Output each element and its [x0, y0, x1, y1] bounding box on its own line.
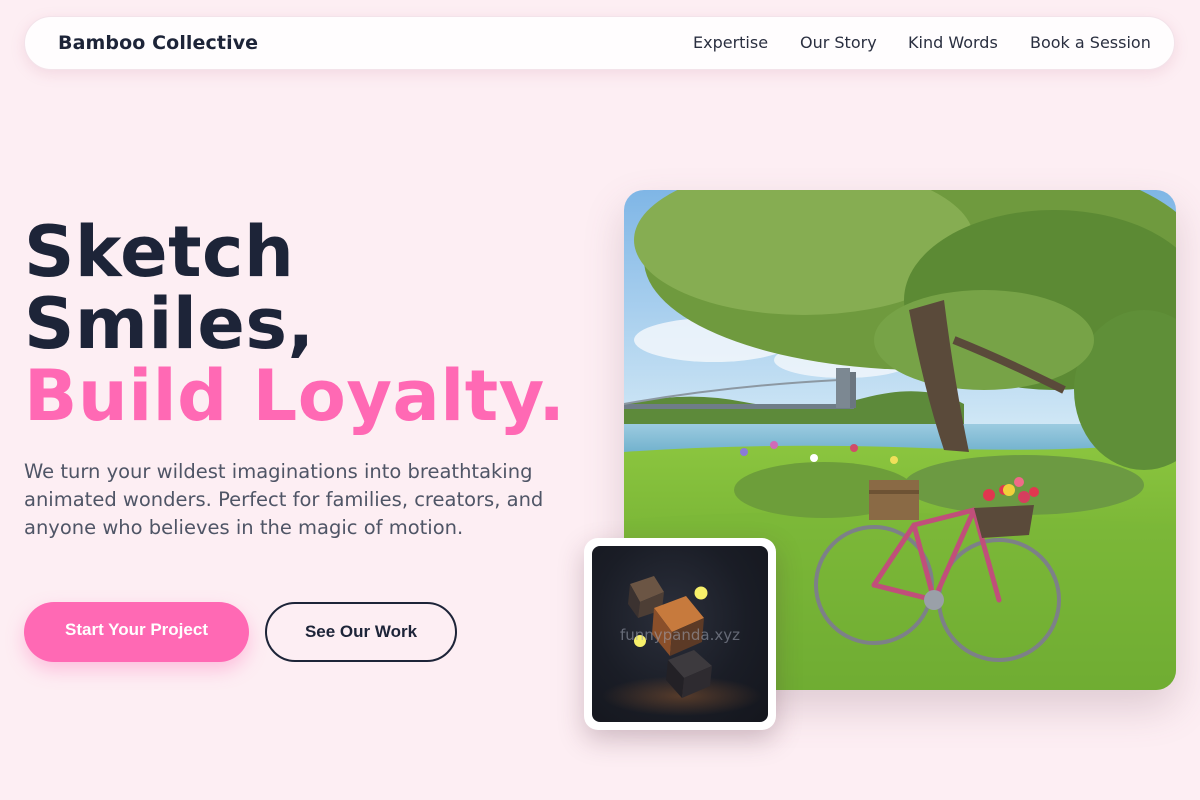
headline-line-2: Smiles, — [24, 283, 315, 365]
inset-watermark: funnypanda.xyz — [619, 626, 740, 644]
start-project-button[interactable]: Start Your Project — [24, 602, 249, 662]
hero-subtext: We turn your wildest imaginations into b… — [24, 460, 544, 539]
nav-link-kind-words[interactable]: Kind Words — [908, 33, 998, 52]
brand-logo[interactable]: Bamboo Collective — [58, 32, 258, 54]
nav-link-expertise[interactable]: Expertise — [693, 33, 768, 52]
top-navbar: Bamboo Collective Expertise Our Story Ki… — [24, 16, 1175, 70]
inset-card: funnypanda.xyz — [584, 538, 776, 730]
nav-link-book-session[interactable]: Book a Session — [1030, 33, 1151, 52]
headline-line-1: Sketch — [24, 211, 295, 293]
see-work-button[interactable]: See Our Work — [265, 602, 457, 662]
nav-link-our-story[interactable]: Our Story — [800, 33, 877, 52]
floating-cubes-render: funnypanda.xyz — [592, 546, 768, 722]
headline-accent: Build Loyalty. — [24, 355, 566, 437]
hero-headline: Sketch Smiles, Build Loyalty. — [24, 216, 565, 432]
